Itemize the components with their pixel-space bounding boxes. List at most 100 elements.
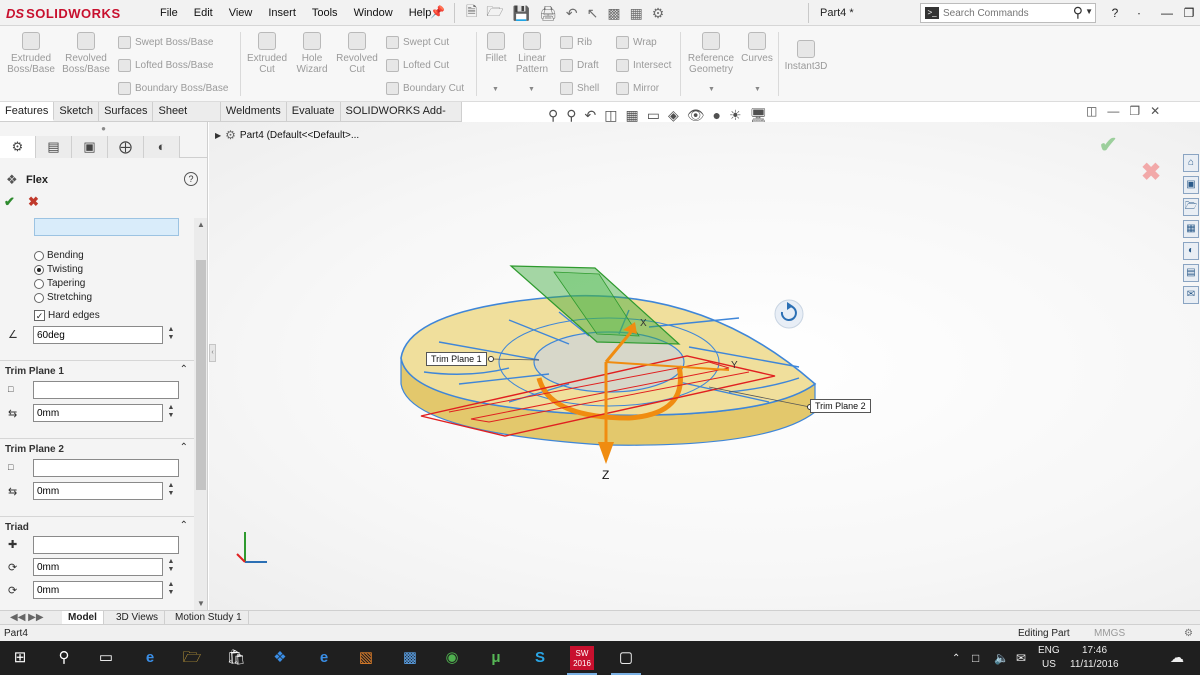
dynamic-annotation-icon[interactable]: ▦ [626, 107, 639, 124]
display-style-icon[interactable]: ◈ [668, 107, 679, 124]
window-app-icon[interactable]: ▢ [614, 646, 638, 670]
menu-view[interactable]: View [221, 0, 261, 26]
pin-icon[interactable]: 📌 [430, 5, 445, 19]
solidworks-taskbar-icon[interactable]: SW 2016 [570, 646, 594, 670]
property-manager-tab-icon[interactable]: ▤ [36, 136, 72, 158]
clock-date[interactable]: 11/11/2016 [1070, 659, 1119, 670]
triad-header[interactable]: Triad ⌃ [0, 516, 194, 536]
print-icon[interactable]: 🖨 [539, 5, 557, 22]
ok-check-icon[interactable]: ✔ [4, 194, 15, 210]
search-icon[interactable]: ⚲ [1073, 4, 1083, 21]
search-commands-input[interactable] [943, 7, 1063, 19]
file-properties-icon[interactable]: ▦ [630, 5, 643, 22]
solidworks-logo[interactable]: DS SOLIDWORKS [6, 2, 121, 24]
collapse-up-icon[interactable]: ⌃ [180, 520, 188, 531]
wrap-button[interactable]: Wrap [616, 36, 657, 49]
graphics-area[interactable]: ‹ ▶ ⚙ Part4 (Default<<Default>... ✔ ✖ ⌂ … [209, 122, 1200, 610]
tab-evaluate[interactable]: Evaluate [287, 102, 341, 121]
restore-icon[interactable]: ❐ [1176, 0, 1200, 26]
trim-plane-1-offset-input[interactable] [33, 404, 163, 422]
curves-dropdown-icon[interactable]: ▼ [754, 86, 761, 93]
restore-document-icon[interactable]: ❐ [1129, 104, 1140, 118]
bending-radio[interactable] [34, 250, 44, 261]
twisting-radio[interactable] [34, 264, 44, 275]
cancel-x-icon[interactable]: ✖ [28, 194, 39, 210]
utorrent-icon[interactable]: μ [484, 646, 508, 670]
menu-tools[interactable]: Tools [304, 0, 346, 26]
zoom-to-area-icon[interactable]: ⚲ [566, 107, 576, 124]
lofted-cut-button[interactable]: Lofted Cut [386, 59, 449, 72]
option-tapering[interactable]: Tapering [34, 278, 85, 289]
tab-weldments[interactable]: Weldments [221, 102, 287, 121]
trim-plane-2-reference[interactable] [33, 459, 179, 477]
mirror-button[interactable]: Mirror [616, 82, 659, 95]
network-icon[interactable]: □ [972, 651, 979, 665]
triad-y-spinner-icon[interactable]: ▲ ▼ [166, 581, 176, 597]
option-bending[interactable]: Bending [34, 250, 84, 261]
section-view-icon[interactable]: ◫ [604, 107, 617, 124]
new-document-icon[interactable]: 🗎 [466, 1, 477, 25]
pin-menu-icon[interactable]: ∙ [1126, 0, 1152, 26]
skype-icon[interactable]: S [528, 646, 552, 670]
tile-icon[interactable]: ◫ [1086, 104, 1097, 118]
scrollbar-thumb[interactable] [196, 260, 206, 490]
chrome-icon[interactable]: ◉ [440, 646, 464, 670]
linear-pattern-button[interactable]: Linear Pattern [514, 32, 550, 75]
status-settings-icon[interactable]: ⚙ [1184, 628, 1193, 639]
extruded-cut-button[interactable]: Extruded Cut [246, 32, 288, 75]
triad-y-input[interactable] [33, 581, 163, 599]
rib-button[interactable]: Rib [560, 36, 592, 49]
shell-button[interactable]: Shell [560, 82, 599, 95]
edit-appearance-icon[interactable]: ● [713, 107, 721, 123]
dimxpert-tab-icon[interactable]: ⨁ [108, 136, 144, 158]
search-icon[interactable]: ⚲ [52, 646, 76, 670]
tab-solidworks-add-ins[interactable]: SOLIDWORKS Add-Ins [341, 102, 462, 136]
flex-preview-model[interactable] [209, 122, 1200, 610]
task-view-icon[interactable]: ▭ [94, 646, 118, 670]
view-settings-icon[interactable]: 🖥 [750, 107, 768, 124]
hard-edges-checkbox[interactable]: ✓ [34, 310, 45, 321]
tab-motion-study-1[interactable]: Motion Study 1 [169, 611, 249, 625]
help-question-icon[interactable]: ? [1102, 0, 1128, 26]
hard-edges-option[interactable]: ✓ Hard edges [34, 310, 100, 321]
trim-plane-2-header[interactable]: Trim Plane 2 ⌃ [0, 438, 194, 458]
trim-plane-1-reference[interactable] [33, 381, 179, 399]
revolved-cut-button[interactable]: Revolved Cut [334, 32, 380, 75]
tab-scroll-arrows-icon[interactable]: ◀◀ ▶▶ [4, 611, 50, 625]
angle-input[interactable] [33, 326, 163, 344]
scroll-up-icon[interactable]: ▲ [197, 220, 205, 229]
trim-plane-1-callout[interactable]: Trim Plane 1 [426, 352, 487, 366]
tray-chevron-up-icon[interactable]: ⌃ [952, 653, 960, 664]
feature-manager-tab-icon[interactable]: ⚙ [0, 136, 36, 158]
windows-start-icon[interactable]: ⊞ [8, 646, 32, 670]
option-twisting[interactable]: Twisting [34, 264, 83, 275]
revolved-boss-button[interactable]: Revolved Boss/Base [60, 32, 112, 75]
help-icon[interactable]: ? [184, 172, 198, 186]
angle-spinner-icon[interactable]: ▲ ▼ [166, 326, 176, 342]
draft-button[interactable]: Draft [560, 59, 599, 72]
zoom-to-fit-icon[interactable]: ⚲ [548, 107, 558, 124]
internet-explorer-icon[interactable]: e [312, 646, 336, 670]
triad-x-input[interactable] [33, 558, 163, 576]
save-icon[interactable]: 💾 [513, 5, 530, 22]
stretching-radio[interactable] [34, 292, 44, 303]
tab-features[interactable]: Features [0, 102, 55, 121]
display-manager-tab-icon[interactable]: ◐ [144, 136, 180, 158]
rebuild-icon[interactable]: ▩ [607, 5, 620, 22]
trim-plane-1-header[interactable]: Trim Plane 1 ⌃ [0, 360, 194, 380]
collapse-up-icon[interactable]: ⌃ [180, 442, 188, 453]
fillet-button[interactable]: Fillet [482, 32, 510, 64]
instant3d-button[interactable]: Instant3D [782, 40, 830, 72]
property-manager-scrollbar[interactable]: ▲ ▼ [194, 218, 207, 610]
status-units[interactable]: MMGS [1094, 628, 1125, 639]
intersect-button[interactable]: Intersect [616, 59, 671, 72]
tab-sheet-metal[interactable]: Sheet Metal [153, 102, 221, 136]
menu-window[interactable]: Window [346, 0, 401, 26]
view-orientation-icon[interactable]: ▭ [647, 107, 660, 124]
language-top[interactable]: ENG [1038, 645, 1060, 656]
apply-scene-icon[interactable]: ☀ [729, 107, 742, 124]
options-gear-icon[interactable]: ⚙ [652, 5, 665, 22]
option-stretching[interactable]: Stretching [34, 292, 92, 303]
tab-sketch[interactable]: Sketch [54, 102, 100, 121]
scroll-down-icon[interactable]: ▼ [197, 599, 205, 608]
